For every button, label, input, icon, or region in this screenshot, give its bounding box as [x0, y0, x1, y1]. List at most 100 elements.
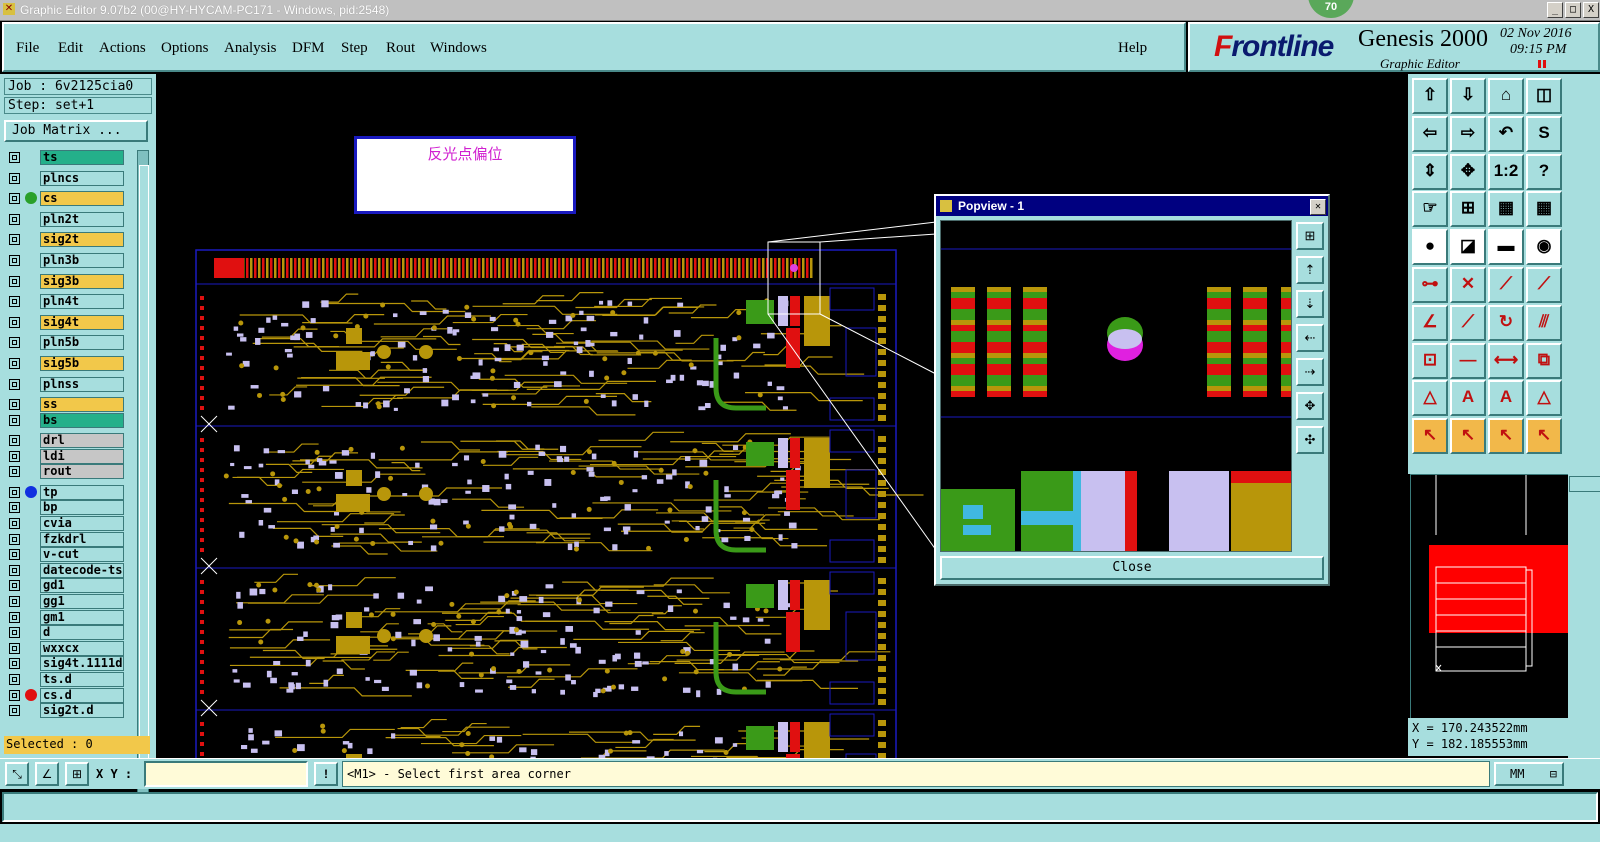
zoom-out-icon[interactable]: ✣: [1296, 426, 1324, 454]
layer-checkbox[interactable]: [9, 172, 20, 184]
layer-row-sig4t[interactable]: sig4t: [4, 314, 130, 330]
layer-name[interactable]: tp: [40, 484, 124, 500]
layer-name[interactable]: pln5b: [40, 335, 124, 351]
layer-list-scrollbar[interactable]: [137, 150, 149, 802]
layer-row-sig3b[interactable]: sig3b: [4, 273, 130, 289]
layer-name[interactable]: gd1: [40, 578, 124, 594]
layer-checkbox[interactable]: [9, 502, 20, 514]
units-selector[interactable]: MM ⊟: [1494, 762, 1564, 786]
move-up-icon[interactable]: ⇧: [1412, 78, 1448, 114]
layer-name[interactable]: datecode-ts: [40, 562, 124, 578]
layer-name[interactable]: wxxcx: [40, 640, 124, 656]
mirror-icon[interactable]: ⫻: [1526, 304, 1562, 341]
menu-dfm[interactable]: DFM: [292, 40, 325, 57]
menu-analysis[interactable]: Analysis: [224, 40, 277, 57]
pointer-options-icon[interactable]: ☞: [1412, 191, 1448, 228]
stretch-icon[interactable]: ⟷: [1488, 342, 1524, 379]
maximize-button[interactable]: □: [1565, 2, 1581, 18]
layer-row-wxxcx[interactable]: wxxcx: [4, 640, 130, 656]
menu-help[interactable]: Help: [1118, 40, 1147, 57]
layer-checkbox[interactable]: [9, 152, 20, 163]
layer-name[interactable]: sig4t.1111d: [40, 656, 124, 672]
pan-down-icon[interactable]: ⇣: [1296, 290, 1324, 318]
help-icon[interactable]: ?: [1526, 153, 1562, 190]
layer-row-gg1[interactable]: gg1: [4, 594, 130, 609]
window-title-bar[interactable]: ✕ Graphic Editor 9.07b2 (00@HY-HYCAM-PC1…: [0, 0, 1600, 21]
layer-name[interactable]: gm1: [40, 609, 124, 625]
layer-row-bp[interactable]: bp: [4, 500, 130, 516]
layer-row-pln2t[interactable]: pln2t: [4, 211, 130, 227]
popview-canvas[interactable]: [940, 220, 1292, 552]
text-icon[interactable]: A: [1450, 380, 1486, 417]
surface-icon[interactable]: △: [1526, 380, 1562, 417]
menu-step[interactable]: Step: [341, 40, 368, 57]
zoom-in-icon[interactable]: ✥: [1296, 392, 1324, 420]
layer-checkbox[interactable]: [9, 580, 20, 592]
menu-rout[interactable]: Rout: [386, 40, 415, 57]
layer-name[interactable]: gg1: [40, 594, 124, 609]
menu-options[interactable]: Options: [161, 40, 209, 57]
popview-close-icon[interactable]: ✕: [1310, 199, 1326, 215]
line-icon[interactable]: ⟋: [1488, 267, 1524, 303]
select-arrow-icon[interactable]: ↖: [1412, 418, 1448, 455]
layer-name[interactable]: ldi: [40, 448, 124, 464]
zoom-fit-icon[interactable]: ⊞: [1296, 222, 1324, 250]
layer-name[interactable]: fzkdrl: [40, 531, 124, 547]
move-down-icon[interactable]: ⇩: [1450, 78, 1486, 114]
text-edit-icon[interactable]: A: [1488, 380, 1524, 417]
line-add-icon[interactable]: ―: [1450, 342, 1486, 379]
layer-row-rout[interactable]: rout: [4, 464, 130, 480]
zoom-area-icon[interactable]: ⤡: [5, 762, 29, 786]
layer-row-ldi[interactable]: ldi: [4, 448, 130, 464]
rotate-icon[interactable]: ↻: [1488, 304, 1524, 341]
undo-view-icon[interactable]: ↶: [1488, 115, 1524, 152]
layer-checkbox[interactable]: [9, 213, 20, 225]
layer-row-ts[interactable]: ts: [4, 150, 130, 165]
layer-checkbox[interactable]: [9, 533, 20, 545]
layer-checkbox[interactable]: [9, 316, 20, 328]
popview-title[interactable]: Popview - 1: [936, 196, 1328, 216]
menu-file[interactable]: File: [16, 40, 39, 57]
layer-row-sig5b[interactable]: sig5b: [4, 356, 130, 371]
layer-row-sig2t[interactable]: sig2t: [4, 232, 130, 248]
job-matrix-button[interactable]: Job Matrix ...: [4, 120, 148, 142]
layer-name[interactable]: d: [40, 625, 124, 641]
layer-name[interactable]: bp: [40, 500, 124, 516]
layer-name[interactable]: ss: [40, 397, 124, 413]
window-icon[interactable]: ◫: [1526, 78, 1562, 114]
layer-checkbox[interactable]: [9, 658, 20, 670]
menu-actions[interactable]: Actions: [99, 40, 146, 57]
layer-name[interactable]: cs.d: [40, 687, 124, 703]
grid-icon[interactable]: ⊞: [1450, 191, 1486, 228]
layer-checkbox[interactable]: [9, 275, 20, 287]
layer-checkbox[interactable]: [9, 255, 20, 266]
layer-row-fzkdrl[interactable]: fzkdrl: [4, 531, 130, 547]
layer-name[interactable]: sig5b: [40, 356, 124, 371]
layer-checkbox[interactable]: [9, 466, 20, 478]
layer-checkbox[interactable]: [9, 549, 20, 561]
layer-name[interactable]: pln2t: [40, 211, 124, 227]
layer-checkbox[interactable]: [9, 611, 20, 623]
layer-checkbox[interactable]: [9, 674, 20, 685]
grid-snap-icon[interactable]: ⊞: [65, 762, 89, 786]
layer-name[interactable]: ts.d: [40, 672, 124, 687]
layer-checkbox[interactable]: [9, 627, 20, 639]
layer-row-datecode-ts[interactable]: datecode-ts: [4, 562, 130, 578]
layer-row-cs.d[interactable]: cs.d: [4, 687, 130, 703]
layer-row-drl[interactable]: drl: [4, 433, 130, 448]
layer-checkbox[interactable]: [9, 337, 20, 349]
select-box-icon[interactable]: ↖: [1450, 418, 1486, 455]
pad-add-icon[interactable]: ⊡: [1412, 342, 1448, 379]
right-scroll-area[interactable]: [1568, 474, 1600, 758]
scroll-up-button[interactable]: [1569, 476, 1600, 492]
layer-compare-icon[interactable]: ▦: [1488, 191, 1524, 228]
layer-checkbox[interactable]: [9, 450, 20, 462]
layer-name[interactable]: bs: [40, 412, 124, 428]
layer-row-sig4t.1111d[interactable]: sig4t.1111d: [4, 656, 130, 672]
layer-name[interactable]: pln3b: [40, 253, 124, 268]
layer-row-ts.d[interactable]: ts.d: [4, 672, 130, 687]
layer-checkbox[interactable]: [9, 399, 20, 411]
popview-close-button[interactable]: Close: [940, 556, 1324, 580]
layer-checkbox[interactable]: [9, 435, 20, 446]
layer-checkbox[interactable]: [9, 414, 20, 426]
